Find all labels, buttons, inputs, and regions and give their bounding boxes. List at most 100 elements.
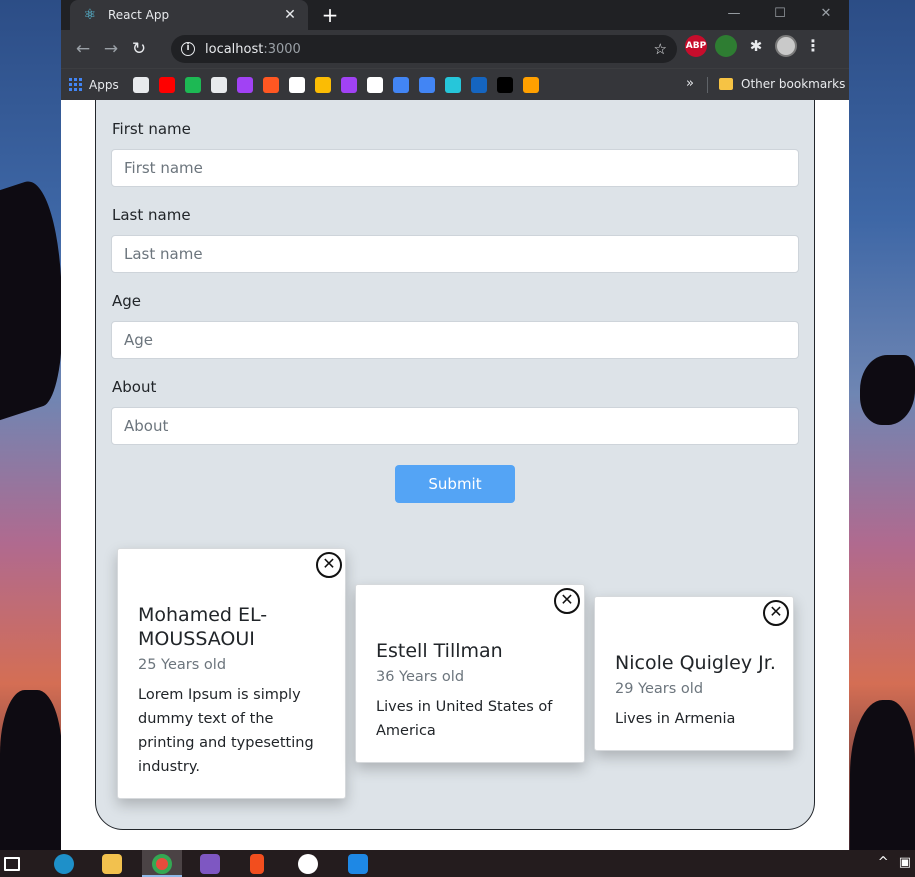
- card-name: Estell Tillman: [376, 640, 503, 662]
- bookmark-favicon-icon[interactable]: [470, 76, 487, 93]
- maximize-button[interactable]: ☐: [757, 0, 803, 30]
- app-icon[interactable]: [200, 854, 220, 874]
- close-tab-icon[interactable]: ✕: [282, 7, 298, 23]
- remove-card-icon[interactable]: ✕: [554, 588, 580, 614]
- url-host: localhost: [205, 41, 264, 57]
- browser-window: ⚛ React App ✕ + — ☐ ✕ ← → ↻ i localhost:…: [61, 0, 849, 850]
- url-port: :3000: [263, 41, 301, 57]
- url-text[interactable]: localhost:3000: [205, 42, 654, 57]
- bookmark-favicon-icon[interactable]: [288, 76, 305, 93]
- edge-icon[interactable]: [54, 854, 74, 874]
- extensions-area: ABP ✱ ⋮: [685, 35, 821, 57]
- profile-avatar[interactable]: [775, 35, 797, 57]
- wallpaper-eagle-silhouette: [0, 169, 62, 421]
- adblock-extension-icon[interactable]: ABP: [685, 35, 707, 57]
- apps-shortcut[interactable]: Apps: [69, 77, 119, 92]
- other-bookmarks[interactable]: Other bookmarks: [719, 77, 845, 91]
- apps-grid-icon: [69, 77, 83, 92]
- site-info-icon[interactable]: i: [181, 42, 195, 56]
- bookmark-favicon-icon[interactable]: [314, 76, 331, 93]
- file-explorer-icon[interactable]: [102, 854, 122, 874]
- bookmark-favicon-icon[interactable]: [496, 76, 513, 93]
- bookmark-favicon-icon[interactable]: [132, 76, 149, 93]
- about-input[interactable]: [111, 407, 799, 445]
- figma-icon[interactable]: [250, 854, 264, 874]
- person-card: ✕ Nicole Quigley Jr. 29 Years old Lives …: [594, 596, 794, 751]
- close-window-button[interactable]: ✕: [803, 0, 849, 30]
- submit-button[interactable]: Submit: [395, 465, 515, 503]
- card-name-line: Mohamed EL-: [138, 604, 268, 626]
- bookmark-favicon-icon[interactable]: [366, 76, 383, 93]
- card-about-line: Lives in United States of: [376, 699, 553, 715]
- bookmark-favicon-icon[interactable]: [184, 76, 201, 93]
- card-about-line: America: [376, 723, 436, 739]
- chrome-icon[interactable]: [152, 854, 172, 874]
- first-name-input[interactable]: [111, 149, 799, 187]
- card-about-line: Lives in Armenia: [615, 711, 736, 727]
- bookmark-favicon-icon[interactable]: [392, 76, 409, 93]
- tab-title: React App: [108, 8, 170, 22]
- windows-taskbar: ^ ▣: [0, 850, 915, 877]
- bookmark-favicon-icon[interactable]: [444, 76, 461, 93]
- minimize-button[interactable]: —: [711, 0, 757, 30]
- page-viewport: First name Last name Age About Submit ✕ …: [61, 100, 849, 850]
- bookmarks-bar: Apps » Other bookmarks: [61, 68, 849, 100]
- wallpaper-tree-silhouette: [0, 690, 62, 850]
- tab-strip: ⚛ React App ✕ + — ☐ ✕: [61, 0, 849, 30]
- reload-icon[interactable]: ↻: [125, 35, 153, 63]
- extensions-puzzle-icon[interactable]: ✱: [745, 35, 767, 57]
- bookmark-favicon-icon[interactable]: [262, 76, 279, 93]
- last-name-input[interactable]: [111, 235, 799, 273]
- browser-menu-icon[interactable]: ⋮: [805, 35, 821, 57]
- card-age: 25 Years old: [138, 657, 227, 673]
- browser-toolbar: ← → ↻ i localhost:3000 ☆ ABP ✱ ⋮: [61, 30, 849, 68]
- card-age: 29 Years old: [615, 681, 704, 697]
- bookmark-star-icon[interactable]: ☆: [654, 40, 667, 58]
- card-name-line: MOUSSAOUI: [138, 628, 255, 650]
- remove-card-icon[interactable]: ✕: [763, 600, 789, 626]
- bookmark-favicon-icon[interactable]: [522, 76, 539, 93]
- card-name: Mohamed EL- MOUSSAOUI: [138, 603, 267, 651]
- task-view-icon[interactable]: [4, 857, 20, 871]
- extension-icon[interactable]: [715, 35, 737, 57]
- card-age: 36 Years old: [376, 669, 465, 685]
- back-icon[interactable]: ←: [69, 35, 97, 63]
- bookmark-favicon-icon[interactable]: [418, 76, 435, 93]
- new-tab-button[interactable]: +: [319, 4, 341, 26]
- bookmark-favicon-icon[interactable]: [340, 76, 357, 93]
- remove-card-icon[interactable]: ✕: [316, 552, 342, 578]
- bookmark-favicon-icon[interactable]: [236, 76, 253, 93]
- app-container: First name Last name Age About Submit ✕ …: [95, 100, 815, 830]
- card-about: Lives in Armenia: [615, 707, 735, 731]
- about-label: About: [112, 378, 157, 396]
- person-card: ✕ Estell Tillman 36 Years old Lives in U…: [355, 584, 585, 763]
- react-logo-icon: ⚛: [83, 7, 97, 23]
- tray-app-icon[interactable]: ▣: [899, 855, 911, 870]
- forward-icon[interactable]: →: [97, 35, 125, 63]
- vscode-icon[interactable]: [348, 854, 368, 874]
- card-about: Lorem Ipsum is simply dummy text of the …: [138, 683, 314, 779]
- tray-expand-icon[interactable]: ^: [878, 855, 889, 870]
- card-about: Lives in United States of America: [376, 695, 552, 743]
- bookmark-favicon-icon[interactable]: [158, 76, 175, 93]
- other-bookmarks-label: Other bookmarks: [741, 77, 846, 91]
- bookmarks-divider: [707, 77, 708, 93]
- folder-icon: [719, 78, 733, 90]
- wallpaper-tree-silhouette-right: [850, 700, 915, 850]
- card-about-line: industry.: [138, 759, 200, 775]
- person-card: ✕ Mohamed EL- MOUSSAOUI 25 Years old Lor…: [117, 548, 346, 799]
- app-icon-round[interactable]: [298, 854, 318, 874]
- apps-label: Apps: [89, 77, 119, 92]
- age-label: Age: [112, 292, 142, 310]
- age-input[interactable]: [111, 321, 799, 359]
- address-bar[interactable]: i localhost:3000 ☆: [171, 35, 677, 63]
- more-bookmarks-chevron[interactable]: »: [686, 76, 694, 91]
- bookmark-icons: [132, 76, 539, 93]
- bookmark-favicon-icon[interactable]: [210, 76, 227, 93]
- system-tray: ^ ▣: [878, 855, 911, 870]
- card-about-line: dummy text of the: [138, 711, 274, 727]
- wallpaper-bird-silhouette: [860, 355, 915, 425]
- window-controls: — ☐ ✕: [711, 0, 849, 30]
- card-about-line: Lorem Ipsum is simply: [138, 687, 301, 703]
- tab-react-app[interactable]: ⚛ React App ✕: [70, 0, 308, 30]
